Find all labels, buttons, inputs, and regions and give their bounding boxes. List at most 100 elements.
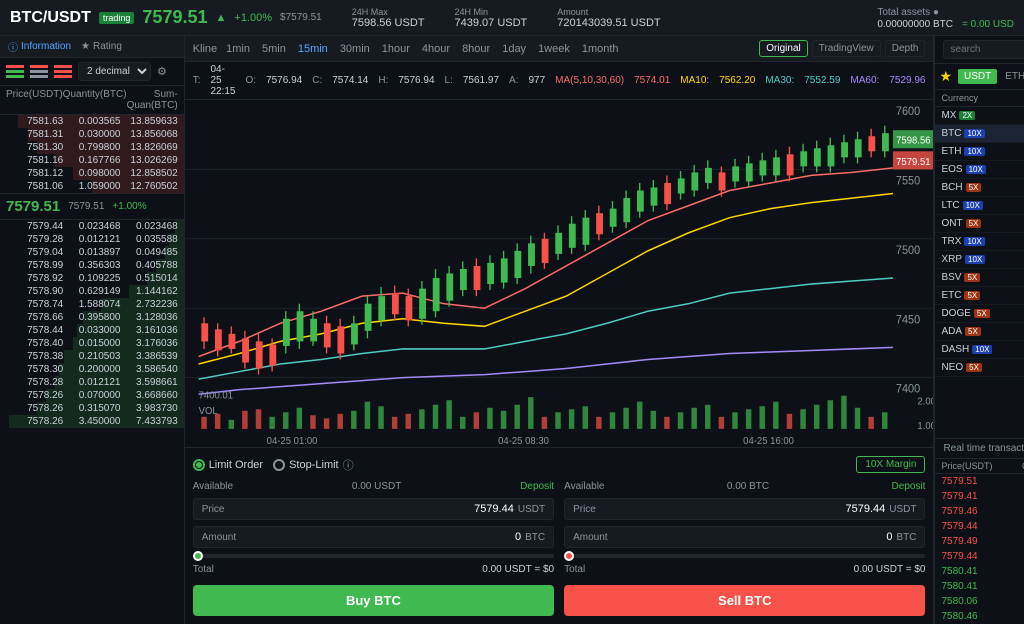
list-item[interactable]: DOGE 5X 0.0020985 +1.28% bbox=[935, 305, 1024, 323]
ob-view-icon2[interactable] bbox=[30, 65, 48, 79]
ob-settings-icon[interactable]: ⚙ bbox=[157, 65, 167, 78]
sell-total-row: Total 0.00 USDT = $0 bbox=[564, 564, 925, 575]
table-row[interactable]: 7578.280.0121213.598661 bbox=[0, 376, 184, 389]
view-original[interactable]: Original bbox=[759, 40, 807, 57]
list-item[interactable]: ONT 5X 0.4761 +5.37% bbox=[935, 215, 1024, 233]
search-input[interactable] bbox=[943, 40, 1024, 59]
svg-text:04-25 01:00: 04-25 01:00 bbox=[266, 436, 317, 447]
sell-price-input[interactable]: Price 7579.44 USDT bbox=[564, 498, 925, 520]
list-item[interactable]: MX 2X 0.1089 +0.92% bbox=[935, 107, 1024, 125]
table-row[interactable]: 7579.280.0121210.035588 bbox=[0, 233, 184, 246]
table-row[interactable]: 7578.300.2000003.586540 bbox=[0, 363, 184, 376]
table-row[interactable]: 7579.040.0138970.049485 bbox=[0, 246, 184, 259]
table-row[interactable]: 7578.400.0150003.176036 bbox=[0, 337, 184, 350]
limit-order-radio-dot bbox=[193, 459, 205, 471]
stat-amount-label: Amount bbox=[557, 7, 588, 17]
ob-header: Price(USDT) Quantity(BTC) Sum-Quan(BTC) bbox=[0, 86, 184, 115]
table-row[interactable]: 7578.260.0700003.668660 bbox=[0, 389, 184, 402]
buy-button[interactable]: Buy BTC bbox=[193, 585, 554, 616]
ob-view-icon3[interactable] bbox=[54, 65, 72, 79]
list-item[interactable]: EOS 10X 2.7430 +1.73% bbox=[935, 161, 1024, 179]
table-row[interactable]: 7578.260.3150703.983730 bbox=[0, 402, 184, 415]
tf-8hour[interactable]: 8hour bbox=[459, 42, 493, 56]
buy-avail-row: Available 0.00 USDT Deposit bbox=[193, 481, 554, 492]
buy-price-input[interactable]: Price 7579.44 USDT bbox=[193, 498, 554, 520]
table-row[interactable]: 7578.900.6291491.144162 bbox=[0, 285, 184, 298]
ob-view-icon[interactable] bbox=[6, 65, 24, 79]
tf-1min[interactable]: 1min bbox=[223, 42, 253, 56]
buy-amount-unit: BTC bbox=[525, 532, 545, 543]
tab-eth[interactable]: ETH bbox=[999, 69, 1024, 84]
table-row[interactable]: 7581.630.00356513.859633 bbox=[0, 115, 184, 128]
stat-amount: Amount 720143039.51 USDT bbox=[557, 7, 660, 29]
sell-amount-unit: BTC bbox=[896, 532, 916, 543]
decimal-select[interactable]: 2 decimal 1 decimal 0 decimal bbox=[78, 62, 151, 81]
ohlc-time-label: T: bbox=[193, 75, 201, 86]
ohlc-h-label: H: bbox=[378, 75, 388, 86]
view-depth[interactable]: Depth bbox=[885, 40, 926, 57]
pair-info: BTC/USDT trading 7579.51 ▲ +1.00% $7579.… bbox=[10, 7, 322, 28]
list-item[interactable]: LTC 10X 45.09 +2.36% bbox=[935, 197, 1024, 215]
list-item[interactable]: BSV 5X 197.815 +1.92% bbox=[935, 269, 1024, 287]
sell-amount-input[interactable]: Amount 0 BTC bbox=[564, 526, 925, 548]
table-row[interactable]: 7578.920.1092250.515014 bbox=[0, 272, 184, 285]
table-row[interactable]: 7581.160.16776613.026269 bbox=[0, 154, 184, 167]
table-row[interactable]: 7581.120.09800012.858502 bbox=[0, 167, 184, 180]
search-bar: 🔍 ⚙ bbox=[935, 36, 1024, 64]
table-row[interactable]: 7579.440.0234680.023468 bbox=[0, 220, 184, 233]
tab-information[interactable]: ⓘ Information bbox=[8, 39, 71, 54]
list-item[interactable]: ADA 5X 0.043254 +0.37% bbox=[935, 323, 1024, 341]
table-row[interactable]: 7578.741.5880742.732236 bbox=[0, 298, 184, 311]
tf-30min[interactable]: 30min bbox=[337, 42, 373, 56]
stop-limit-radio[interactable]: Stop-Limit ⓘ bbox=[273, 457, 354, 473]
margin-button[interactable]: 10X Margin bbox=[856, 456, 925, 473]
total-assets: Total assets ● 0.00000000 BTC = 0.00 USD bbox=[877, 6, 1014, 30]
sell-total-label: Total bbox=[564, 564, 585, 575]
table-row[interactable]: 7578.263.4500007.433793 bbox=[0, 415, 184, 428]
tab-usdt[interactable]: USDT bbox=[958, 69, 997, 84]
list-item[interactable]: TRX 10X 0.014170 +1.05% bbox=[935, 233, 1024, 251]
table-row[interactable]: 7581.300.79980013.826069 bbox=[0, 141, 184, 154]
sell-button[interactable]: Sell BTC bbox=[564, 585, 925, 616]
tf-1week[interactable]: 1week bbox=[535, 42, 573, 56]
buy-slider-thumb[interactable] bbox=[193, 551, 203, 561]
table-row[interactable]: 7578.380.2105033.386539 bbox=[0, 350, 184, 363]
list-item[interactable]: DASH 10X 86.57 +5.89% bbox=[935, 341, 1024, 359]
sell-total-value: 0.00 USDT = $0 bbox=[854, 564, 926, 575]
tf-4hour[interactable]: 4hour bbox=[419, 42, 453, 56]
mid-price-small: 7579.51 bbox=[68, 201, 104, 212]
list-item[interactable]: ETC 5X 5.7804 +3.76% bbox=[935, 287, 1024, 305]
tf-1day[interactable]: 1day bbox=[499, 42, 529, 56]
tab-rating[interactable]: ★ Rating bbox=[81, 41, 122, 52]
table-row[interactable]: 7578.440.0330003.161036 bbox=[0, 324, 184, 337]
tf-1hour[interactable]: 1hour bbox=[379, 42, 413, 56]
tab-information-label: Information bbox=[21, 41, 71, 52]
tf-1month[interactable]: 1month bbox=[579, 42, 622, 56]
list-item[interactable]: BCH 5X 242.753 +2.29% bbox=[935, 179, 1024, 197]
ohlc-a-label: A: bbox=[509, 75, 518, 86]
svg-text:7550: 7550 bbox=[896, 175, 920, 188]
buy-amount-input[interactable]: Amount 0 BTC bbox=[193, 526, 554, 548]
limit-order-radio[interactable]: Limit Order bbox=[193, 459, 263, 471]
table-row[interactable]: 7578.660.3958003.128036 bbox=[0, 311, 184, 324]
star-icon[interactable]: ★ bbox=[939, 68, 952, 85]
table-row[interactable]: 7578.990.3563030.405788 bbox=[0, 259, 184, 272]
list-item[interactable]: ETH 10X 195.50 +4.27% bbox=[935, 143, 1024, 161]
table-row[interactable]: 7581.061.05900012.760502 bbox=[0, 180, 184, 193]
svg-text:04-25 16:00: 04-25 16:00 bbox=[743, 436, 794, 447]
buy-deposit-link[interactable]: Deposit bbox=[520, 481, 554, 492]
tf-5min[interactable]: 5min bbox=[259, 42, 289, 56]
buy-price-value: 7579.44 bbox=[242, 503, 514, 515]
buy-slider[interactable] bbox=[193, 554, 554, 558]
list-item[interactable]: NEO 5X 8.5200 +5.31% bbox=[935, 359, 1024, 377]
rt-row: 7579.410.02345923:23:22 bbox=[935, 489, 1024, 504]
sell-slider[interactable] bbox=[564, 554, 925, 558]
list-item[interactable]: BTC 10X 7579.44 +1.00% bbox=[935, 125, 1024, 143]
list-item[interactable]: XRP 10X 0.19593 +1.15% bbox=[935, 251, 1024, 269]
sell-slider-thumb[interactable] bbox=[564, 551, 574, 561]
table-row[interactable]: 7581.310.03000013.856068 bbox=[0, 128, 184, 141]
sell-deposit-link[interactable]: Deposit bbox=[892, 481, 926, 492]
tf-15min[interactable]: 15min bbox=[295, 42, 331, 56]
view-tradingview[interactable]: TradingView bbox=[812, 40, 881, 57]
currency-name-bch: BCH 5X bbox=[941, 182, 1024, 193]
